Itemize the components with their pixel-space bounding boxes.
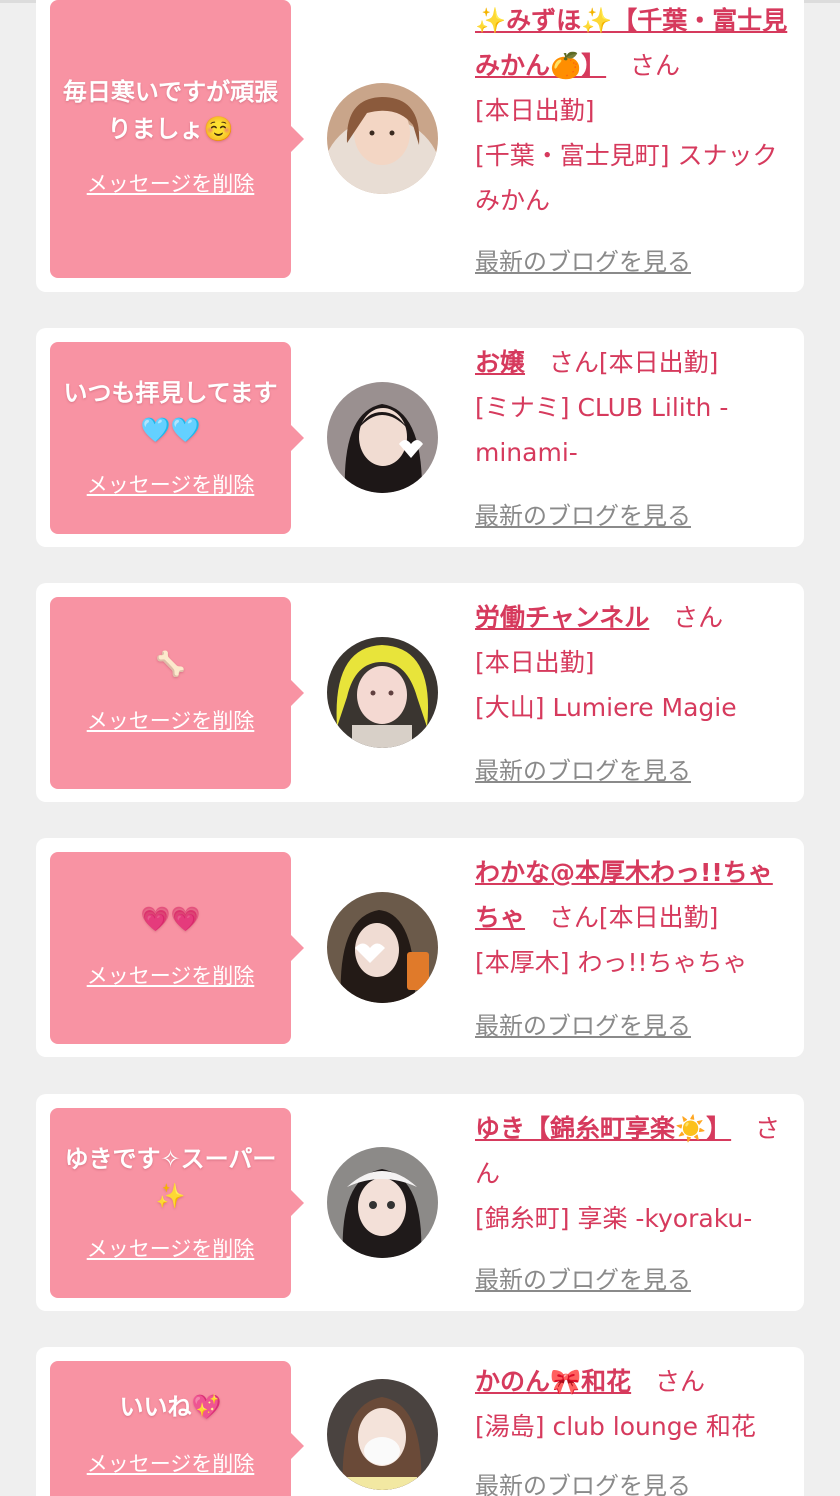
honorific-label: さん [630, 51, 681, 80]
attendance-status: [本日出勤] [475, 96, 595, 125]
delete-message-link[interactable]: メッセージを削除 [50, 168, 291, 198]
avatar-image [327, 1379, 438, 1490]
shop-info: [本厚木] わっ!!ちゃちゃ [475, 948, 748, 977]
delete-message-link[interactable]: メッセージを削除 [50, 960, 291, 990]
message-text: 💗💗 [140, 905, 201, 933]
honorific-label: さん [548, 348, 599, 377]
avatar[interactable] [327, 83, 438, 194]
shop-info: [大山] Lumiere Magie [475, 693, 737, 722]
message-bubble: 💗💗 メッセージを削除 [50, 852, 304, 1044]
avatar[interactable] [327, 1379, 438, 1490]
shop-info: [ミナミ] CLUB Lilith -minami- [475, 393, 729, 467]
cast-info: 労働チャンネル さん [本日出勤] [大山] Lumiere Magie [475, 595, 793, 730]
avatar-image [327, 83, 438, 194]
message-bubble: いつも拝見してます🩵🩵 メッセージを削除 [50, 342, 304, 534]
message-card: 毎日寒いですが頑張りましょ☺️ メッセージを削除 ✨みずほ✨【千葉・富士見みかん… [36, 0, 804, 292]
cast-info: わかな@本厚木わっ!!ちゃちゃ さん[本日出勤] [本厚木] わっ!!ちゃちゃ [475, 850, 793, 985]
blog-link[interactable]: 最新のブログを見る [475, 751, 691, 786]
cast-name-link[interactable]: かのん🎀和花 [475, 1367, 631, 1396]
message-card: いつも拝見してます🩵🩵 メッセージを削除 お嬢 さん[本日出勤] [ミナミ] C… [36, 328, 804, 547]
avatar[interactable] [327, 637, 438, 748]
blog-link[interactable]: 最新のブログを見る [475, 1260, 691, 1295]
honorific-label: さん [673, 603, 724, 632]
attendance-status: [本日出勤] [598, 348, 719, 377]
delete-message-link[interactable]: メッセージを削除 [50, 1233, 291, 1263]
message-text: ゆきです✧スーパー✨ [64, 1145, 277, 1210]
cast-name-link[interactable]: 労働チャンネル [475, 603, 649, 632]
attendance-status: [本日出勤] [475, 648, 595, 677]
message-card: 💗💗 メッセージを削除 わかな@本厚木わっ!!ちゃちゃ さん[本日出勤] [本厚… [36, 838, 804, 1057]
message-bubble: いいね💖 メッセージを削除 [50, 1361, 304, 1496]
avatar[interactable] [327, 382, 438, 493]
cast-info: お嬢 さん[本日出勤] [ミナミ] CLUB Lilith -minami- [475, 340, 793, 475]
avatar[interactable] [327, 892, 438, 1003]
message-text: いつも拝見してます🩵🩵 [63, 379, 278, 444]
message-text: 毎日寒いですが頑張りましょ☺️ [62, 78, 279, 143]
blog-link[interactable]: 最新のブログを見る [475, 242, 691, 277]
cast-info: かのん🎀和花 さん [湯島] club lounge 和花 [475, 1359, 793, 1449]
cast-info: ゆき【錦糸町享楽☀️】 さん [錦糸町] 享楽 -kyoraku- [475, 1106, 793, 1241]
honorific-label: さん [655, 1367, 706, 1396]
delete-message-link[interactable]: メッセージを削除 [50, 705, 291, 735]
blog-link[interactable]: 最新のブログを見る [475, 1006, 691, 1041]
attendance-status: [本日出勤] [598, 903, 719, 932]
message-bubble: 🦴 メッセージを削除 [50, 597, 304, 789]
avatar-image [327, 637, 438, 748]
cast-info: ✨みずほ✨【千葉・富士見みかん🍊】 さん [本日出勤] [千葉・富士見町] スナ… [475, 0, 793, 223]
shop-info: [千葉・富士見町] スナックみかん [475, 141, 778, 215]
avatar-image [327, 892, 438, 1003]
message-text: 🦴 [155, 650, 186, 678]
avatar-image [327, 1147, 438, 1258]
message-text: いいね💖 [119, 1393, 222, 1421]
message-card: 🦴 メッセージを削除 労働チャンネル さん [本日出勤] [大山] Lumier… [36, 583, 804, 802]
delete-message-link[interactable]: メッセージを削除 [50, 469, 291, 499]
honorific-label: さん [548, 903, 599, 932]
message-bubble: ゆきです✧スーパー✨ メッセージを削除 [50, 1108, 304, 1298]
avatar[interactable] [327, 1147, 438, 1258]
shop-info: [湯島] club lounge 和花 [475, 1412, 756, 1441]
message-card: ゆきです✧スーパー✨ メッセージを削除 ゆき【錦糸町享楽☀️】 さん [錦糸町]… [36, 1094, 804, 1311]
blog-link[interactable]: 最新のブログを見る [475, 496, 691, 531]
delete-message-link[interactable]: メッセージを削除 [50, 1448, 291, 1478]
blog-link[interactable]: 最新のブログを見る [475, 1466, 691, 1496]
cast-name-link[interactable]: お嬢 [475, 348, 525, 377]
shop-info: [錦糸町] 享楽 -kyoraku- [475, 1204, 753, 1233]
message-card: いいね💖 メッセージを削除 かのん🎀和花 さん [湯島] club lounge… [36, 1347, 804, 1496]
cast-name-link[interactable]: ゆき【錦糸町享楽☀️】 [475, 1114, 731, 1143]
message-bubble: 毎日寒いですが頑張りましょ☺️ メッセージを削除 [50, 0, 304, 278]
avatar-image [327, 382, 438, 493]
